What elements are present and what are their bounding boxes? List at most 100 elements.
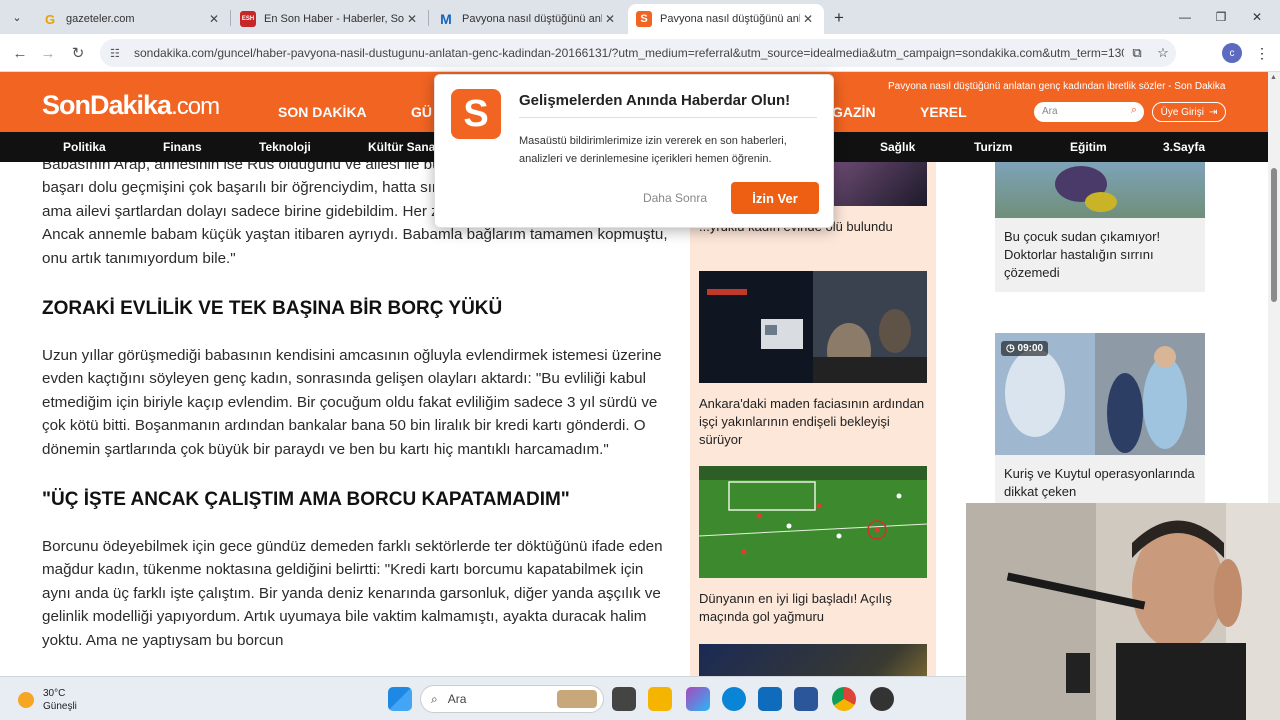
header-ticker[interactable]: Pavyona nasıl düştüğünü anlatan genç kad… <box>888 81 1225 92</box>
category-politika[interactable]: Politika <box>63 140 106 154</box>
nav-magazin-partial[interactable]: GAZİN <box>832 104 876 120</box>
window-close-icon[interactable]: ✕ <box>1234 0 1280 34</box>
scroll-up-arrow-icon[interactable]: ▲ <box>1270 74 1277 81</box>
temperature-text: 30°C <box>43 688 66 699</box>
weather-widget[interactable]: 30°C Güneşli <box>18 687 77 713</box>
category-finans[interactable]: Finans <box>163 140 202 154</box>
store-icon[interactable] <box>758 687 782 711</box>
member-login-button[interactable]: Üye Girişi ⇥ <box>1152 102 1226 122</box>
sondakika-favicon-icon: S <box>636 11 652 27</box>
chrome-icon[interactable] <box>832 687 856 711</box>
forward-arrow-icon[interactable]: → <box>36 41 60 65</box>
scrollbar-thumb[interactable] <box>1271 168 1277 302</box>
m-favicon-icon: M <box>440 11 452 27</box>
category-turizm[interactable]: Turizm <box>974 140 1012 154</box>
nav-yerel[interactable]: YEREL <box>920 104 967 120</box>
tab-en-son-haber[interactable]: ESH En Son Haber - Haberler, Son D ✕ <box>232 4 428 34</box>
popup-body: Masaüstü bildirimlerimize izin vererek e… <box>519 135 787 165</box>
close-icon[interactable]: ✕ <box>602 11 618 27</box>
reload-icon[interactable]: ↻ <box>66 41 90 65</box>
search-icon: ⌕ <box>431 691 438 706</box>
category-kultur-sanat[interactable]: Kültür Sana <box>368 140 435 154</box>
file-explorer-icon[interactable] <box>648 687 672 711</box>
news-thumbnail <box>699 271 927 383</box>
bookmark-star-icon[interactable]: ☆ <box>1150 45 1176 61</box>
browser-toolbar: ← → ↻ ☷ sondakika.com/guncel/haber-pavyo… <box>0 34 1280 72</box>
category-saglik[interactable]: Sağlık <box>880 140 915 154</box>
tab-search-chevron-icon[interactable]: ⌄ <box>6 6 28 28</box>
article-paragraph: Uzun yıllar görüşmediği babasının kendis… <box>42 347 662 458</box>
sondakika-logo-icon: S <box>451 89 501 139</box>
nav-son-dakika[interactable]: SON DAKİKA <box>278 104 367 120</box>
article-subheading: ZORAKİ EVLİLİK VE TEK BAŞINA BİR BORÇ YÜ… <box>42 298 503 320</box>
windows-taskbar: 30°C Güneşli ⌕ Ara <box>0 676 966 720</box>
tab-title: gazeteler.com <box>66 13 135 25</box>
tab-pavyona-active[interactable]: S Pavyona nasıl düştüğünü anlatan ✕ <box>628 4 824 34</box>
tab-separator <box>230 10 231 26</box>
gazeteler-favicon-icon: G <box>44 11 56 27</box>
site-search-input[interactable]: Ara ⌕ <box>1034 102 1144 122</box>
webcam-overlay <box>966 503 1280 720</box>
category-egitim[interactable]: Eğitim <box>1070 140 1107 154</box>
member-login-label: Üye Girişi <box>1160 106 1204 118</box>
mine-disaster-photo <box>699 271 927 383</box>
tab-title: Pavyona nasıl düştüğünü anlatan <box>660 13 800 25</box>
edge-icon[interactable] <box>722 687 746 711</box>
tab-gazeteler[interactable]: G gazeteler.com ✕ <box>34 4 230 34</box>
tab-title: Pavyona nasıl düştüğünü anlatan <box>462 13 602 25</box>
nav-gundem-partial[interactable]: GÜ <box>411 104 432 120</box>
webcam-person-image <box>966 503 1280 720</box>
task-view-icon[interactable] <box>612 687 636 711</box>
news-card[interactable]: Ankara'daki maden faciasının ardından iş… <box>699 271 927 449</box>
search-placeholder: Ara <box>1042 106 1058 117</box>
news-card[interactable] <box>699 644 927 676</box>
news-thumbnail <box>699 466 927 578</box>
news-thumbnail: ◷ 09:00 <box>995 333 1205 455</box>
football-match-photo <box>699 466 927 578</box>
close-icon[interactable]: ✕ <box>800 11 816 27</box>
more-menu-icon[interactable]: ⋮ <box>1252 43 1272 63</box>
popup-divider <box>519 117 817 118</box>
category-3-sayfa[interactable]: 3.Sayfa <box>1163 140 1205 154</box>
video-time: 09:00 <box>1017 343 1044 354</box>
tab-separator <box>428 10 429 26</box>
windows-start-icon[interactable] <box>388 687 412 711</box>
app-icon[interactable] <box>870 687 894 711</box>
news-thumbnail <box>699 644 927 676</box>
browser-tab-strip: ⌄ G gazeteler.com ✕ ESH En Son Haber - H… <box>0 0 1280 34</box>
back-arrow-icon[interactable]: ← <box>8 41 32 65</box>
address-bar[interactable]: ☷ sondakika.com/guncel/haber-pavyona-nas… <box>100 39 1176 67</box>
logo-main-text: SonDakika <box>42 90 172 120</box>
category-teknoloji[interactable]: Teknoloji <box>259 140 311 154</box>
news-caption: Bu çocuk sudan çıkamıyor! Doktorlar hast… <box>1004 229 1161 280</box>
sondakika-logo[interactable]: SonDakika.com <box>42 90 220 121</box>
site-info-icon[interactable]: ☷ <box>110 47 124 60</box>
profile-avatar[interactable]: c <box>1222 43 1242 63</box>
related-news-column: ...yruklu kadın evinde ölü bulundu Ankar… <box>690 162 936 676</box>
news-card[interactable]: Bu çocuk sudan çıkamıyor! Doktorlar hast… <box>995 162 1205 292</box>
child-water-photo <box>1055 166 1117 212</box>
close-icon[interactable]: ✕ <box>404 11 420 27</box>
news-card[interactable]: ◷ 09:00 Kuriş ve Kuytul operasyonlarında… <box>995 333 1205 503</box>
search-highlight-icon <box>557 690 597 708</box>
news-caption: Kuriş ve Kuytul operasyonlarında dikkat … <box>1004 466 1195 499</box>
weather-condition-text: Güneşli <box>43 701 77 712</box>
install-app-icon[interactable]: ⧉ <box>1124 45 1150 61</box>
popup-title: Gelişmelerden Anında Haberdar Olun! <box>519 92 791 109</box>
screen: ⌄ G gazeteler.com ✕ ESH En Son Haber - H… <box>0 0 1280 720</box>
url-text[interactable]: sondakika.com/guncel/haber-pavyona-nasil… <box>134 46 1124 60</box>
logo-tld-text: .com <box>171 93 220 120</box>
news-card[interactable]: Dünyanın en iyi ligi başladı! Açılış maç… <box>699 466 927 626</box>
copilot-icon[interactable] <box>686 687 710 711</box>
taskbar-search[interactable]: ⌕ Ara <box>420 685 604 713</box>
taskbar-search-label: Ara <box>447 692 467 706</box>
tab-pavyona-m[interactable]: M Pavyona nasıl düştüğünü anlatan ✕ <box>430 4 626 34</box>
word-icon[interactable] <box>794 687 818 711</box>
allow-button[interactable]: İzin Ver <box>731 182 819 214</box>
later-button[interactable]: Daha Sonra <box>633 189 717 207</box>
news-caption: Ankara'daki maden faciasının ardından iş… <box>699 396 925 447</box>
article-paragraph: Borcunu ödeyebilmek için gece gündüz dem… <box>42 538 663 649</box>
close-icon[interactable]: ✕ <box>206 11 222 27</box>
new-tab-plus-icon[interactable]: + <box>828 7 850 29</box>
search-icon[interactable]: ⌕ <box>1131 104 1137 117</box>
